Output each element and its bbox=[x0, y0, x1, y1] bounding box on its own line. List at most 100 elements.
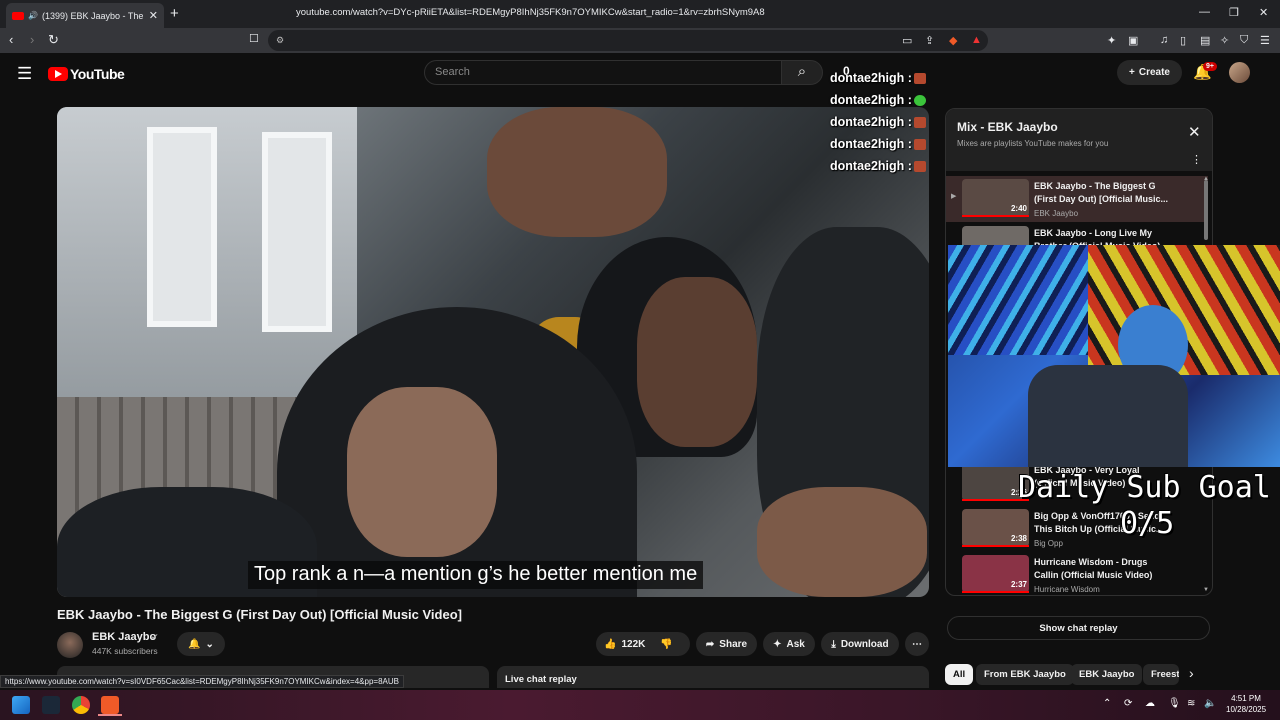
taskbar-clock[interactable]: 4:51 PM 10/28/2025 bbox=[1226, 693, 1266, 715]
minimize-button[interactable]: — bbox=[1199, 6, 1210, 18]
cloud-icon[interactable]: ☁ bbox=[1145, 698, 1155, 709]
volume-icon[interactable]: 🔈 bbox=[1204, 698, 1216, 709]
chat-message: dontae2high : bbox=[830, 93, 912, 107]
chevron-down-icon: ⌄ bbox=[205, 638, 214, 650]
chip-all[interactable]: All bbox=[945, 664, 974, 685]
windows-start-icon[interactable] bbox=[12, 696, 30, 714]
more-vertical-icon[interactable]: ⋮ bbox=[1191, 153, 1202, 166]
status-bar-url: https://www.youtube.com/watch?v=sI0VDF65… bbox=[0, 675, 404, 688]
vpn-icon[interactable]: ⛉ bbox=[1240, 34, 1248, 47]
graffiti-background bbox=[948, 245, 1088, 355]
playlist-item[interactable]: ▶ 2:40 EBK Jaaybo - The Biggest G (First… bbox=[946, 176, 1208, 222]
subscribed-bell-button[interactable]: 🔔 ⌄ bbox=[177, 632, 225, 656]
mix-header: Mix - EBK Jaaybo Mixes are playlists You… bbox=[946, 109, 1212, 171]
account-avatar[interactable] bbox=[1229, 62, 1250, 83]
more-actions-button[interactable]: ⋯ bbox=[905, 632, 929, 656]
like-button[interactable]: 👍 122K 👎 bbox=[596, 632, 690, 656]
share-page-icon[interactable]: ⇪ bbox=[925, 34, 934, 47]
playlist-scrollbar[interactable] bbox=[1204, 180, 1208, 240]
brave-icon[interactable] bbox=[101, 696, 119, 714]
share-button[interactable]: ➦ Share bbox=[696, 632, 757, 656]
share-label: Share bbox=[719, 638, 748, 650]
download-button[interactable]: ⤓ Download bbox=[821, 632, 899, 656]
video-player[interactable] bbox=[57, 107, 929, 597]
like-count: 122K bbox=[621, 638, 646, 650]
search-icon: ⌕ bbox=[797, 63, 807, 80]
scroll-up-icon[interactable]: ▲ bbox=[1203, 176, 1209, 182]
wallet-icon[interactable]: ▤ bbox=[1200, 34, 1210, 47]
channel-name[interactable]: EBK Jaaybo bbox=[92, 631, 156, 643]
back-button[interactable]: ‹ bbox=[9, 32, 13, 47]
clock-time: 4:51 PM bbox=[1231, 694, 1261, 703]
site-settings-icon[interactable]: ⚙ bbox=[276, 35, 284, 46]
create-button[interactable]: + Create bbox=[1117, 60, 1182, 85]
browser-menu-icon[interactable]: ☰ bbox=[1260, 34, 1270, 47]
channel-avatar[interactable] bbox=[57, 632, 83, 658]
brave-shield-icon[interactable]: ◆ bbox=[949, 34, 957, 47]
gaming-chair bbox=[1028, 365, 1188, 467]
steam-icon[interactable] bbox=[42, 696, 60, 714]
browser-tab[interactable]: 🔊 (1399) EBK Jaaybo - The Biggest G ✕ bbox=[6, 3, 164, 28]
ask-button[interactable]: ✦ Ask bbox=[763, 632, 815, 656]
watched-progress bbox=[962, 545, 1029, 547]
tray-expand-icon[interactable]: ⌃ bbox=[1103, 698, 1111, 709]
brave-rewards-icon[interactable]: ▲ bbox=[971, 34, 982, 46]
playlist-item-channel: EBK Jaaybo bbox=[1034, 209, 1079, 218]
sparkle-icon: ✦ bbox=[773, 638, 782, 650]
chat-message: dontae2high : bbox=[830, 159, 912, 173]
close-window-button[interactable]: ✕ bbox=[1259, 6, 1268, 19]
subscriber-count: 447K subscribers bbox=[92, 646, 158, 656]
watched-progress bbox=[962, 215, 1029, 217]
chat-emote-icon bbox=[914, 117, 926, 128]
forward-button[interactable]: › bbox=[30, 32, 34, 47]
scroll-down-icon[interactable]: ▼ bbox=[1203, 587, 1209, 593]
active-app-indicator bbox=[98, 714, 122, 716]
close-icon[interactable]: ✕ bbox=[1188, 123, 1201, 141]
plus-icon: + bbox=[1129, 67, 1135, 78]
microphone-icon[interactable]: 🎙 bbox=[1168, 698, 1181, 709]
leo-ai-icon[interactable]: ✧ bbox=[1220, 34, 1229, 47]
mix-title[interactable]: Mix - EBK Jaaybo bbox=[957, 120, 1058, 134]
reload-button[interactable]: ↻ bbox=[48, 32, 59, 48]
playlist-item-channel: Hurricane Wisdom bbox=[1034, 585, 1100, 594]
chevron-right-icon[interactable]: › bbox=[1189, 665, 1194, 681]
address-bar[interactable] bbox=[268, 30, 988, 51]
wifi-icon[interactable]: ≋ bbox=[1187, 698, 1195, 709]
chip-freestyle[interactable]: Freestyle bbox=[1143, 664, 1179, 685]
restore-button[interactable]: ❐ bbox=[1229, 6, 1239, 19]
search-input[interactable]: Search bbox=[424, 60, 782, 85]
new-tab-button[interactable]: + bbox=[170, 5, 179, 22]
webcam-overlay bbox=[948, 245, 1280, 467]
video-title: EBK Jaaybo - The Biggest G (First Day Ou… bbox=[57, 607, 462, 622]
video-frame-hand bbox=[487, 107, 667, 237]
chrome-icon[interactable] bbox=[72, 696, 90, 714]
chat-message: dontae2high : bbox=[830, 137, 912, 151]
extensions-icon[interactable]: ✦ bbox=[1107, 34, 1116, 47]
hamburger-menu-icon[interactable]: ☰ bbox=[17, 64, 32, 84]
chip-from-channel[interactable]: From EBK Jaaybo bbox=[976, 664, 1074, 685]
live-chat-replay-header[interactable]: Live chat replay bbox=[497, 666, 929, 688]
show-chat-replay-button[interactable]: Show chat replay bbox=[947, 616, 1210, 640]
youtube-logo[interactable]: YouTube bbox=[48, 66, 125, 82]
thumbs-up-icon: 👍 bbox=[604, 638, 617, 650]
cast-icon[interactable]: ▭ bbox=[902, 34, 912, 47]
bookmark-icon[interactable]: ☐ bbox=[249, 32, 259, 45]
close-tab-icon[interactable]: ✕ bbox=[149, 9, 158, 22]
search-button[interactable]: ⌕ bbox=[781, 60, 823, 85]
more-icon: ⋯ bbox=[912, 638, 922, 650]
music-icon[interactable]: ♫ bbox=[1160, 34, 1168, 46]
sync-icon[interactable]: ⟳ bbox=[1124, 698, 1132, 709]
video-frame-hand bbox=[757, 487, 927, 597]
reader-icon[interactable]: ▣ bbox=[1128, 34, 1138, 47]
youtube-favicon-icon bbox=[12, 11, 24, 20]
thumbs-down-icon: 👎 bbox=[660, 638, 673, 650]
mix-subtitle: Mixes are playlists YouTube makes for yo… bbox=[957, 139, 1109, 148]
logo-text: YouTube bbox=[70, 66, 125, 82]
video-frame-window bbox=[262, 132, 332, 332]
sidebar-icon[interactable]: ▯ bbox=[1180, 34, 1186, 47]
youtube-play-icon bbox=[48, 67, 68, 81]
speaker-icon[interactable]: 🔊 bbox=[28, 11, 38, 20]
download-icon: ⤓ bbox=[831, 638, 836, 650]
chip-channel[interactable]: EBK Jaaybo bbox=[1071, 664, 1143, 685]
playlist-item[interactable]: 2:37 Hurricane Wisdom - Drugs Callin (Of… bbox=[946, 552, 1208, 595]
